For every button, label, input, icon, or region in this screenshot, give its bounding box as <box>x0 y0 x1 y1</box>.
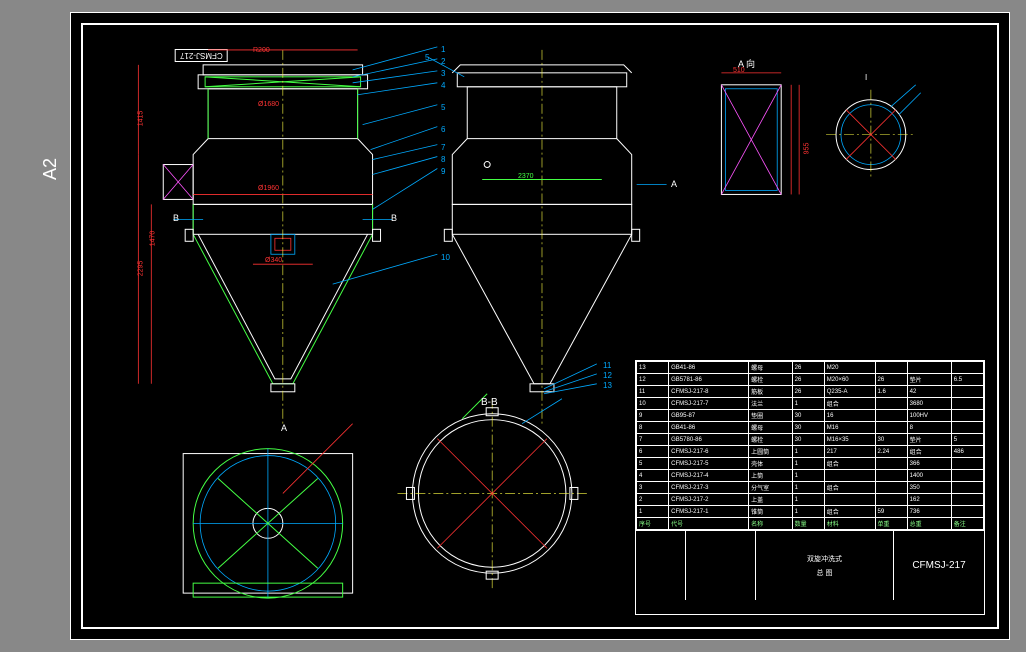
leader-2: 2 <box>441 57 445 66</box>
leader-1: 1 <box>441 45 445 54</box>
leader-3: 3 <box>441 69 445 78</box>
title-sig-col <box>686 531 756 600</box>
label-section-a: A 向 <box>738 57 755 70</box>
sheet-tag: CFMSJ-217 <box>175 49 228 62</box>
leader-12: 12 <box>603 371 612 380</box>
leader-5: 5 <box>425 53 429 62</box>
label-arrow-a: A <box>671 179 677 189</box>
dim-h3: Ø1960 <box>258 185 279 192</box>
drawing-frame: CFMSJ-217 <box>70 12 1010 640</box>
leader-13: 13 <box>603 381 612 390</box>
dim-h6: 2370 <box>518 173 534 180</box>
title-block: 13GB41-86螺母26M2012GB5781-86螺栓26M20×6026垫… <box>635 360 985 615</box>
label-arrow-b-l: B <box>173 213 179 223</box>
sheet-size-label: A2 <box>40 158 61 180</box>
title-rev-col <box>636 531 686 600</box>
leader-7: 7 <box>441 143 445 152</box>
leader-9: 9 <box>441 167 445 176</box>
leader-4: 4 <box>441 81 445 90</box>
drawing-name: 双旋冲洗式 <box>807 554 842 564</box>
title-main: 双旋冲洗式 总 图 <box>756 531 894 600</box>
inner-border: CFMSJ-217 <box>81 23 999 629</box>
leader-8: 8 <box>441 155 445 164</box>
label-arrow-b-r: B <box>391 213 397 223</box>
drawing-subtitle: 总 图 <box>817 568 833 578</box>
dim-v3: 1470 <box>149 231 156 247</box>
dim-a3: 955 <box>803 143 810 155</box>
label-section-bb: B-B <box>481 397 498 408</box>
leader-6: 6 <box>441 125 445 134</box>
dim-v2: 2295 <box>137 261 144 277</box>
drawing-code: CFMSJ-217 <box>912 560 965 571</box>
bom-table: 13GB41-86螺母26M2012GB5781-86螺栓26M20×6026垫… <box>636 361 984 530</box>
dim-v1: 1415 <box>137 111 144 127</box>
leader-11: 11 <box>603 361 611 370</box>
label-detail-i: I <box>865 73 867 82</box>
leader-5b: 5 <box>441 103 445 112</box>
leader-10: 10 <box>441 253 450 262</box>
dim-h2: Ø1680 <box>258 101 279 108</box>
dim-h1: R200 <box>253 47 270 54</box>
label-arrow-a2: A <box>281 423 287 433</box>
dim-h4: Ø340 <box>265 257 282 264</box>
